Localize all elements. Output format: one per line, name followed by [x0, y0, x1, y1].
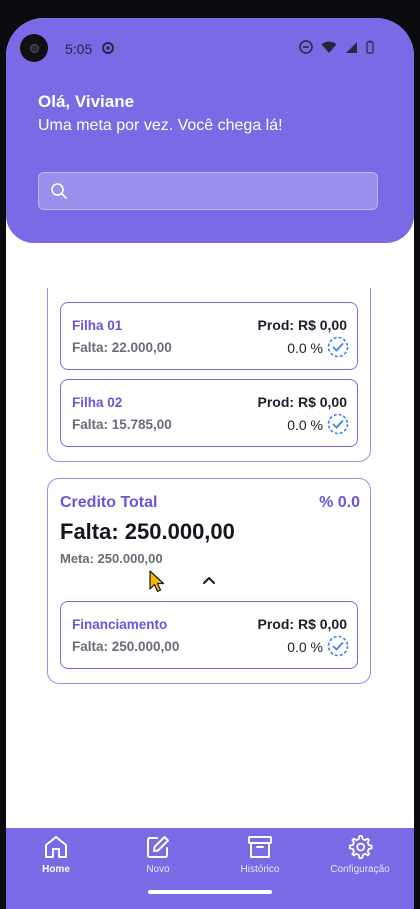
- bottom-nav: Home Novo Histórico Configuração: [6, 828, 414, 909]
- nav-new-label: Novo: [146, 864, 170, 875]
- sub-goal-percent: 0.0 %: [287, 417, 323, 433]
- sub-goal-percent: 0.0 %: [287, 639, 323, 655]
- check-circle-icon[interactable]: [327, 413, 349, 435]
- sub-goal-name: Filha 01: [72, 318, 123, 333]
- goal-group-remaining: Falta: 250.000,00: [60, 519, 235, 544]
- sub-goal-produced: Prod: R$ 0,00: [257, 616, 347, 632]
- nav-new[interactable]: Novo: [118, 834, 198, 875]
- check-circle-icon[interactable]: [327, 635, 349, 657]
- chevron-up-icon[interactable]: [201, 574, 217, 586]
- nav-home-label: Home: [42, 864, 70, 875]
- sub-goal-card[interactable]: Filha 02 Falta: 15.785,00 Prod: R$ 0,00 …: [60, 379, 358, 447]
- nav-settings-label: Configuração: [330, 864, 390, 875]
- sub-goal-percent: 0.0 %: [287, 340, 323, 356]
- archive-icon: [248, 836, 272, 858]
- sub-goal-remaining: Falta: 250.000,00: [72, 639, 180, 654]
- greeting: Olá, Viviane: [38, 92, 135, 111]
- search-icon: [51, 183, 67, 199]
- sub-goal-name: Financiamento: [72, 617, 168, 632]
- front-camera: [20, 34, 48, 62]
- signal-icon: [346, 41, 357, 53]
- sub-goal-card[interactable]: Filha 01 Falta: 22.000,00 Prod: R$ 0,00 …: [60, 302, 358, 370]
- battery-icon: [366, 40, 374, 54]
- mouse-cursor-icon: [149, 570, 165, 593]
- nav-home[interactable]: Home: [16, 834, 96, 875]
- goal-group-card[interactable]: Filha 01 Falta: 22.000,00 Prod: R$ 0,00 …: [47, 288, 371, 462]
- edit-icon: [147, 836, 169, 858]
- home-indicator[interactable]: [148, 890, 272, 894]
- goal-group-target: Meta: 250.000,00: [60, 551, 163, 566]
- motto: Uma meta por vez. Você chega lá!: [38, 117, 283, 134]
- sub-goal-card[interactable]: Financiamento Falta: 250.000,00 Prod: R$…: [60, 601, 358, 669]
- goal-group-percent: % 0.0: [319, 494, 360, 511]
- status-time: 5:05: [65, 41, 93, 57]
- sub-goal-produced: Prod: R$ 0,00: [257, 317, 347, 333]
- status-icons: [299, 40, 374, 54]
- nav-settings[interactable]: Configuração: [320, 834, 400, 875]
- goal-group-card[interactable]: Credito Total % 0.0 Falta: 250.000,00 Me…: [47, 478, 371, 684]
- sub-goal-produced: Prod: R$ 0,00: [257, 394, 347, 410]
- goal-group-title: Credito Total: [60, 494, 158, 511]
- wifi-icon: [321, 41, 337, 53]
- nav-history-label: Histórico: [240, 864, 280, 875]
- search-input[interactable]: [79, 179, 373, 205]
- sub-goal-remaining: Falta: 22.000,00: [72, 340, 172, 355]
- dnd-icon: [299, 40, 313, 54]
- search-bar[interactable]: [38, 172, 378, 210]
- header: 5:05 Olá, Viviane Uma meta por vez. Você…: [6, 18, 414, 243]
- settings-status-icon: [102, 42, 114, 54]
- app-screen: 5:05 Olá, Viviane Uma meta por vez. Você…: [6, 18, 414, 909]
- sub-goal-remaining: Falta: 15.785,00: [72, 417, 172, 432]
- check-circle-icon[interactable]: [327, 336, 349, 358]
- status-bar: 5:05: [6, 18, 414, 78]
- nav-history[interactable]: Histórico: [220, 834, 300, 875]
- sub-goal-name: Filha 02: [72, 395, 123, 410]
- home-icon: [45, 836, 67, 858]
- gear-icon: [348, 835, 373, 859]
